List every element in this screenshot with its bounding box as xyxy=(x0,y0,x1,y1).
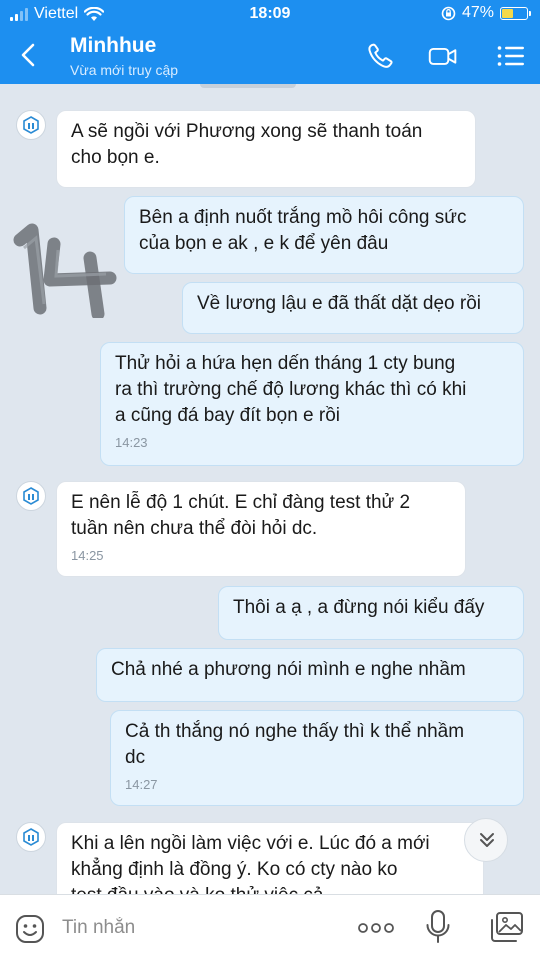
outgoing-message[interactable]: Về lương lậu e đã thất dặt dẹo rồi xyxy=(182,282,524,334)
contact-avatar[interactable] xyxy=(16,822,46,852)
outgoing-message[interactable]: Chả nhé a phương nói mình e nghe nhầm xyxy=(96,648,524,702)
chat-area[interactable]: A sẽ ngồi với Phương xong sẽ thanh toán … xyxy=(0,0,540,894)
company-logo-icon xyxy=(23,487,39,505)
microphone-icon[interactable] xyxy=(424,909,452,945)
message-input[interactable] xyxy=(60,911,344,945)
emoji-icon[interactable] xyxy=(14,913,46,945)
outgoing-message[interactable]: Thử hỏi a hứa hẹn dến tháng 1 cty bung r… xyxy=(100,342,524,466)
double-chevron-down-icon xyxy=(480,833,494,847)
incoming-message[interactable]: A sẽ ngồi với Phương xong sẽ thanh toán … xyxy=(56,110,476,188)
company-logo-icon xyxy=(23,828,39,846)
contact-avatar[interactable] xyxy=(16,110,46,140)
message-timestamp: 14:27 xyxy=(125,777,158,792)
more-options-icon[interactable] xyxy=(356,921,396,935)
incoming-message[interactable]: Khi a lên ngồi làm việc với e. Lúc đó a … xyxy=(56,822,484,894)
message-timestamp: 14:25 xyxy=(71,548,104,563)
contact-avatar[interactable] xyxy=(16,481,46,511)
outgoing-message[interactable]: Bên a định nuốt trắng mồ hôi công sức củ… xyxy=(124,196,524,274)
company-logo-icon xyxy=(23,116,39,134)
scroll-to-bottom-button[interactable] xyxy=(464,818,508,862)
message-composer xyxy=(0,894,540,960)
incoming-message[interactable]: E nên lễ độ 1 chút. E chỉ đàng test thử … xyxy=(56,481,466,577)
handwritten-scribble xyxy=(13,223,117,318)
image-gallery-icon[interactable] xyxy=(490,911,524,943)
outgoing-message[interactable]: Thôi a ạ , a đừng nói kiểu đấy xyxy=(218,586,524,640)
message-timestamp: 14:23 xyxy=(115,435,148,450)
outgoing-message[interactable]: Cả th thắng nó nghe thấy thì k thể nhầm … xyxy=(110,710,524,806)
